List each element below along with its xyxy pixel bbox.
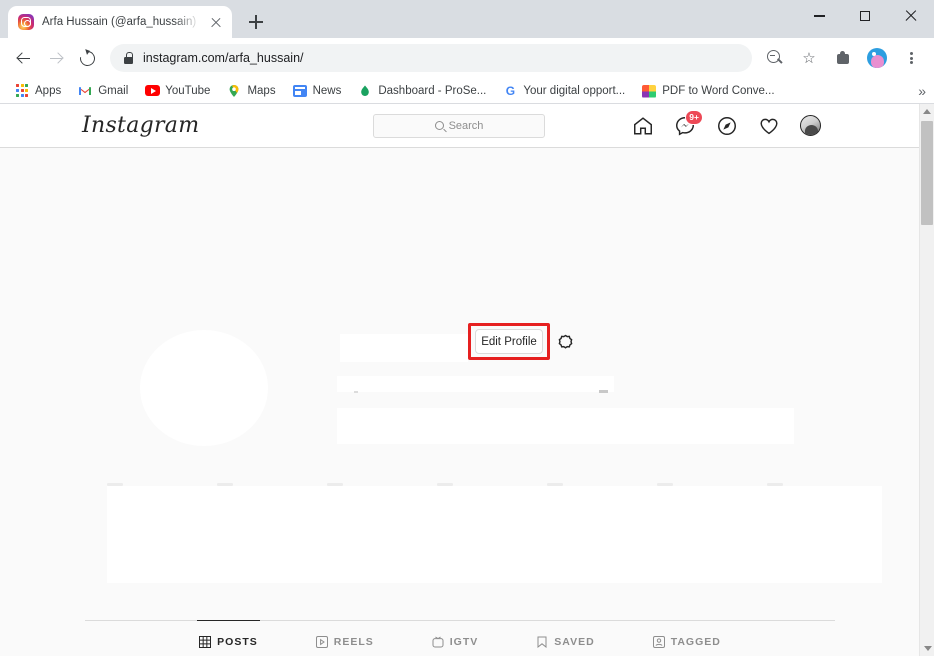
tab-posts[interactable]: POSTS xyxy=(197,619,260,656)
bookmark-label: Dashboard - ProSe... xyxy=(378,84,487,97)
tab-title: Arfa Hussain (@arfa_hussain) • In xyxy=(42,16,200,28)
tab-label: SAVED xyxy=(554,635,595,648)
tagged-person-icon xyxy=(652,635,665,648)
window-controls xyxy=(796,0,934,32)
browser-tab[interactable]: Arfa Hussain (@arfa_hussain) • In xyxy=(8,6,232,38)
reels-icon xyxy=(315,635,328,648)
search-input[interactable]: Search xyxy=(373,113,545,138)
zoom-out-button[interactable] xyxy=(760,43,790,73)
address-bar[interactable]: instagram.com/arfa_hussain/ xyxy=(110,44,752,72)
bookmark-icon xyxy=(536,636,548,648)
scrollbar-thumb[interactable] xyxy=(921,121,933,225)
bookmark-gmail[interactable]: Gmail xyxy=(71,81,135,101)
tab-reels[interactable]: REELS xyxy=(315,621,374,656)
grid-icon xyxy=(199,635,212,648)
forward-arrow-icon xyxy=(48,51,63,66)
back-button[interactable] xyxy=(8,43,38,73)
tab-saved[interactable]: SAVED xyxy=(536,621,594,656)
prose-icon xyxy=(358,84,372,98)
toolbar-icons: ☆ xyxy=(760,43,926,73)
bookmark-digital-opportunity[interactable]: G Your digital opport... xyxy=(496,81,632,101)
browser-menu-button[interactable] xyxy=(896,43,926,73)
bookmark-pdf-to-word[interactable]: PDF to Word Conve... xyxy=(635,81,781,101)
page-viewport: Instagram Search 9+ Edit Profile POSTS R… xyxy=(0,104,934,656)
reload-button[interactable] xyxy=(72,43,102,73)
browser-window: Arfa Hussain (@arfa_hussain) • In instag… xyxy=(0,0,934,656)
profile-tabs: POSTS REELS IGTV SAVED TAGGED xyxy=(85,619,835,656)
bookmark-label: PDF to Word Conve... xyxy=(662,84,775,97)
profile-avatar[interactable] xyxy=(800,115,821,136)
browser-toolbar: instagram.com/arfa_hussain/ ☆ xyxy=(0,38,934,78)
messenger-icon[interactable]: 9+ xyxy=(674,109,703,137)
explore-compass-icon[interactable] xyxy=(716,115,738,137)
bio-placeholder xyxy=(337,408,794,444)
bookmark-dashboard[interactable]: Dashboard - ProSe... xyxy=(351,81,493,101)
tab-tagged[interactable]: TAGGED xyxy=(652,621,721,656)
youtube-icon xyxy=(145,84,161,98)
tab-igtv[interactable]: IGTV xyxy=(432,621,479,656)
maps-pin-icon xyxy=(227,84,241,98)
browser-profile-button[interactable] xyxy=(862,43,892,73)
google-g-icon: G xyxy=(505,83,516,98)
bookmark-label: Gmail xyxy=(98,84,129,97)
extensions-button[interactable] xyxy=(828,43,858,73)
minimize-button[interactable] xyxy=(796,0,842,32)
kebab-menu-icon xyxy=(903,50,919,66)
search-placeholder: Search xyxy=(448,119,484,132)
instagram-nav-icons: 9+ xyxy=(632,109,821,137)
back-arrow-icon xyxy=(16,51,31,66)
puzzle-icon xyxy=(836,50,851,66)
instagram-logo[interactable]: Instagram xyxy=(82,113,199,138)
bookmark-news[interactable]: News xyxy=(286,81,349,101)
bookmark-label: Apps xyxy=(35,84,62,97)
home-icon[interactable] xyxy=(632,115,654,137)
messenger-badge: 9+ xyxy=(685,109,703,125)
instagram-navbar: Instagram Search 9+ xyxy=(0,104,919,148)
star-icon: ☆ xyxy=(802,49,816,67)
scroll-down-button[interactable] xyxy=(920,641,934,656)
instagram-page: Instagram Search 9+ Edit Profile POSTS R… xyxy=(0,104,919,656)
highlights-placeholder xyxy=(107,486,882,583)
zoom-out-icon xyxy=(767,50,783,66)
stats-placeholder xyxy=(337,376,614,393)
tab-label: IGTV xyxy=(449,635,479,648)
bookmarks-overflow-button[interactable]: » xyxy=(918,83,926,99)
igtv-icon xyxy=(432,636,444,648)
title-bar: Arfa Hussain (@arfa_hussain) • In xyxy=(0,0,934,38)
gear-icon[interactable] xyxy=(556,333,575,352)
bookmark-label: Your digital opport... xyxy=(523,84,626,97)
maximize-button[interactable] xyxy=(842,0,888,32)
avatar-placeholder xyxy=(140,330,268,446)
bookmark-apps[interactable]: Apps xyxy=(8,81,68,101)
scroll-up-button[interactable] xyxy=(920,104,934,119)
pdf-converter-icon xyxy=(642,84,657,98)
tab-label: TAGGED xyxy=(670,635,721,648)
apps-grid-icon xyxy=(15,84,29,98)
bookmark-label: News xyxy=(312,84,342,97)
heart-activity-icon[interactable] xyxy=(758,115,780,137)
close-icon[interactable] xyxy=(208,14,224,30)
reload-icon xyxy=(76,47,98,69)
username-placeholder xyxy=(340,334,468,362)
bookmark-star-button[interactable]: ☆ xyxy=(794,43,824,73)
browser-profile-avatar xyxy=(867,48,887,68)
close-window-button[interactable] xyxy=(888,0,934,32)
forward-button[interactable] xyxy=(40,43,70,73)
instagram-icon xyxy=(18,14,34,30)
gmail-icon xyxy=(78,84,92,98)
tab-label: REELS xyxy=(333,635,374,648)
bookmark-maps[interactable]: Maps xyxy=(220,81,282,101)
new-tab-button[interactable] xyxy=(242,8,270,36)
bookmark-youtube[interactable]: YouTube xyxy=(138,81,217,101)
bookmark-label: Maps xyxy=(247,84,276,97)
tab-label: POSTS xyxy=(217,635,258,648)
bookmarks-bar: Apps Gmail YouTube Maps News Dashboard -… xyxy=(0,78,934,104)
google-news-icon xyxy=(292,84,307,98)
page-scrollbar[interactable] xyxy=(919,104,934,656)
search-icon xyxy=(434,121,444,130)
lock-icon xyxy=(124,52,133,64)
bookmark-label: YouTube xyxy=(165,84,211,97)
edit-profile-button[interactable]: Edit Profile xyxy=(475,329,543,354)
url-text: instagram.com/arfa_hussain/ xyxy=(143,51,304,65)
